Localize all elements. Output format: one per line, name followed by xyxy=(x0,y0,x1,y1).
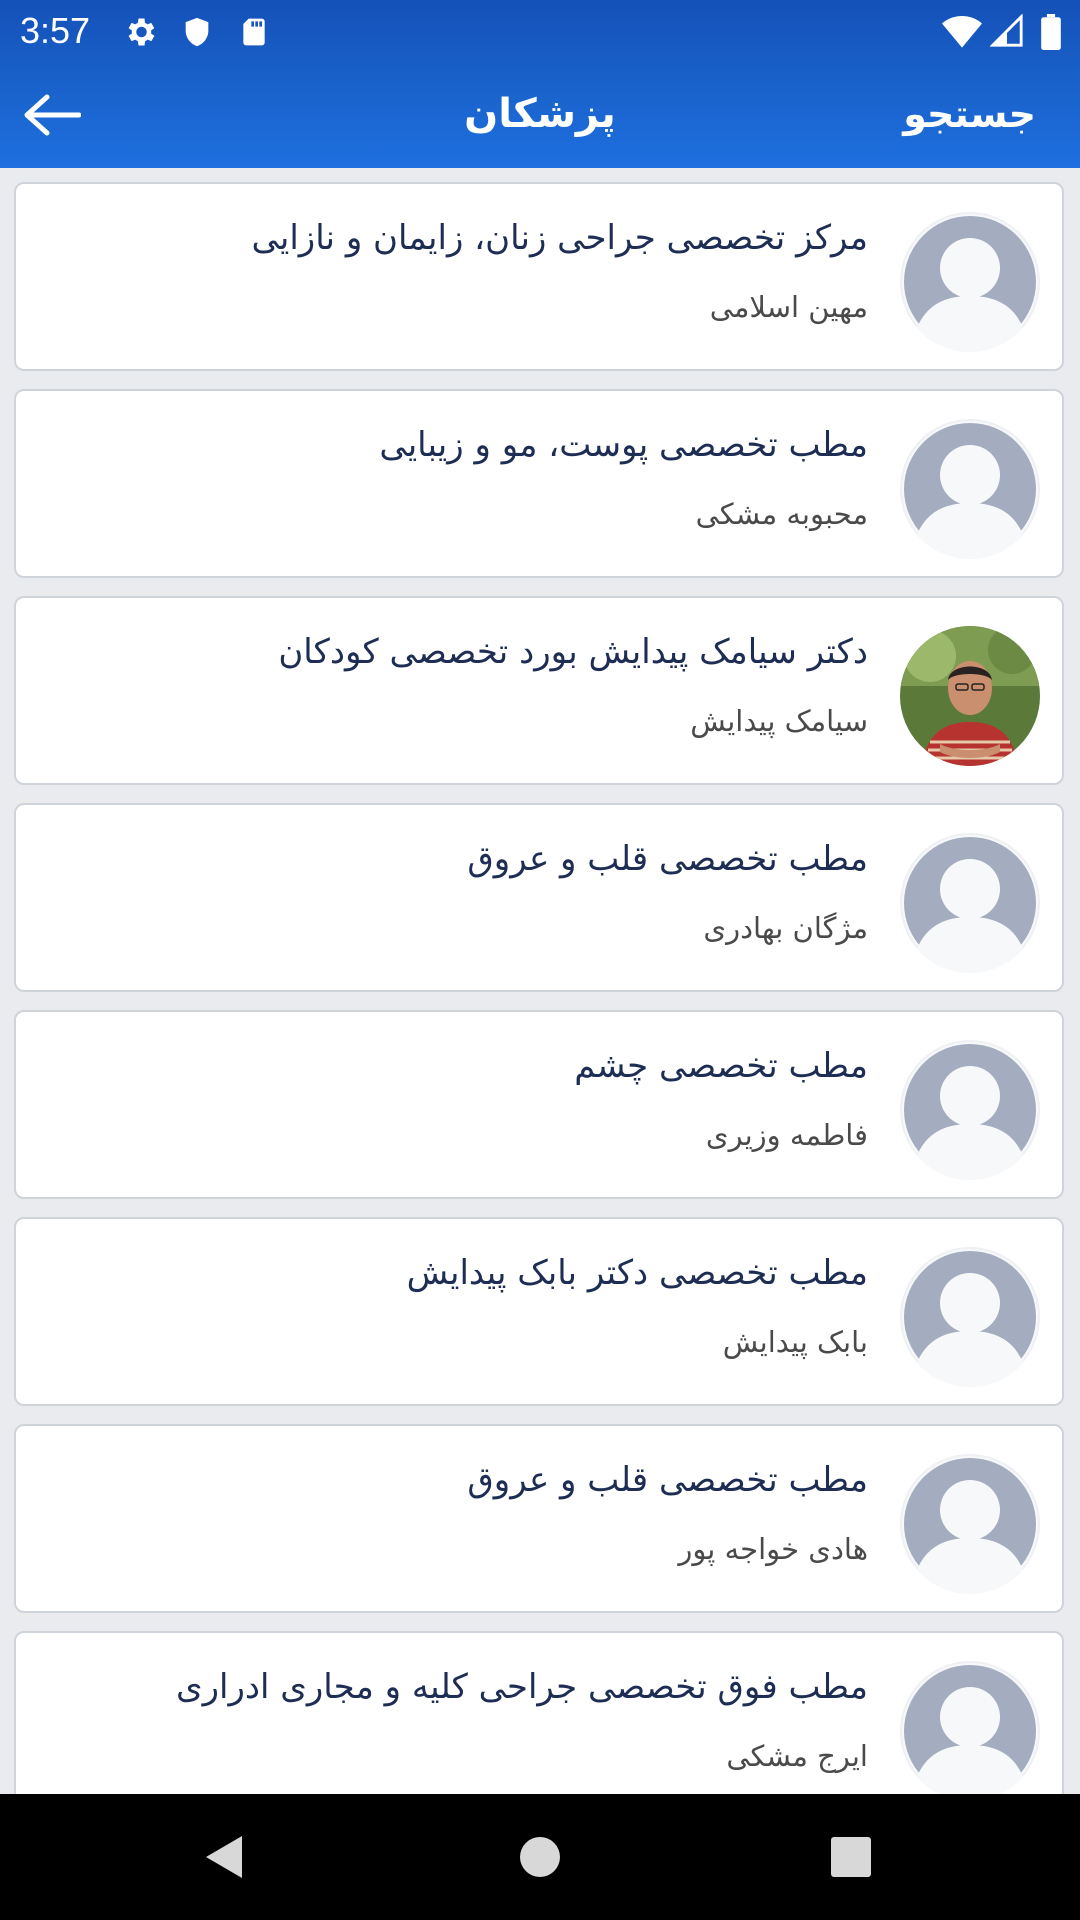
default-avatar-icon xyxy=(900,212,1040,352)
signal-icon xyxy=(989,13,1024,52)
doctor-card[interactable]: مطب فوق تخصصی جراحی کلیه و مجاری ادراری … xyxy=(14,1631,1064,1794)
wifi-icon xyxy=(942,14,982,52)
doctor-list[interactable]: مرکز تخصصی جراحی زنان، زایمان و نازایی م… xyxy=(0,168,1080,1794)
home-circle-icon[interactable] xyxy=(515,1832,565,1882)
doctor-name: فاطمه وزیری xyxy=(705,1118,868,1152)
default-avatar-icon xyxy=(900,1661,1040,1794)
page-title: پزشکان xyxy=(464,91,616,137)
recents-square-icon[interactable] xyxy=(826,1832,876,1882)
clinic-name: مطب فوق تخصصی جراحی کلیه و مجاری ادراری xyxy=(175,1667,868,1707)
doctor-card[interactable]: مرکز تخصصی جراحی زنان، زایمان و نازایی م… xyxy=(14,182,1064,371)
sd-card-icon xyxy=(238,14,270,54)
clinic-name: مطب تخصصی پوست، مو و زیبایی xyxy=(379,425,868,465)
toolbar: پزشکان جستجو xyxy=(0,62,1080,168)
doctor-name: سیامک پیدایش xyxy=(690,704,868,738)
doctor-card[interactable]: مطب تخصصی قلب و عروق هادی خواجه پور xyxy=(14,1424,1064,1613)
doctor-name: مژگان بهادری xyxy=(703,911,868,945)
clinic-name: مطب تخصصی دکتر بابک پیدایش xyxy=(406,1253,868,1293)
clinic-name: مطب تخصصی قلب و عروق xyxy=(467,1460,868,1500)
default-avatar-icon xyxy=(900,419,1040,559)
doctor-name: ایرج مشکی xyxy=(726,1739,868,1773)
clinic-name: مطب تخصصی چشم xyxy=(574,1046,868,1086)
doctor-card[interactable]: مطب تخصصی پوست، مو و زیبایی محبوبه مشکی xyxy=(14,389,1064,578)
default-avatar-icon xyxy=(900,1040,1040,1180)
back-button[interactable] xyxy=(14,82,90,148)
status-time: 3:57 xyxy=(20,10,91,51)
doctor-card[interactable]: مطب تخصصی دکتر بابک پیدایش بابک پیدایش xyxy=(14,1217,1064,1406)
doctor-card[interactable]: مطب تخصصی چشم فاطمه وزیری xyxy=(14,1010,1064,1199)
gear-icon xyxy=(122,14,158,54)
clinic-name: دکتر سیامک پیدایش بورد تخصصی کودکان xyxy=(278,632,868,672)
doctor-name: هادی خواجه پور xyxy=(678,1532,868,1566)
doctor-card[interactable]: دکتر سیامک پیدایش بورد تخصصی کودکان سیام… xyxy=(14,596,1064,785)
back-triangle-icon[interactable] xyxy=(200,1832,250,1882)
doctor-photo xyxy=(900,626,1040,766)
doctor-name: محبوبه مشکی xyxy=(695,497,868,531)
default-avatar-icon xyxy=(900,1454,1040,1594)
clinic-name: مرکز تخصصی جراحی زنان، زایمان و نازایی xyxy=(251,218,868,258)
default-avatar-icon xyxy=(900,833,1040,973)
doctor-card[interactable]: مطب تخصصی قلب و عروق مژگان بهادری xyxy=(14,803,1064,992)
arrow-left-icon xyxy=(24,94,81,136)
battery-icon xyxy=(1040,14,1062,54)
search-button[interactable]: جستجو xyxy=(903,86,1036,142)
status-bar: 3:57 xyxy=(0,0,1080,62)
app-bar: 3:57 پزشکان جستجو xyxy=(0,0,1080,168)
doctor-name: مهین اسلامی xyxy=(709,290,868,324)
shield-icon xyxy=(180,14,214,54)
doctor-name: بابک پیدایش xyxy=(722,1325,868,1359)
system-nav-bar xyxy=(0,1794,1080,1920)
clinic-name: مطب تخصصی قلب و عروق xyxy=(467,839,868,879)
default-avatar-icon xyxy=(900,1247,1040,1387)
